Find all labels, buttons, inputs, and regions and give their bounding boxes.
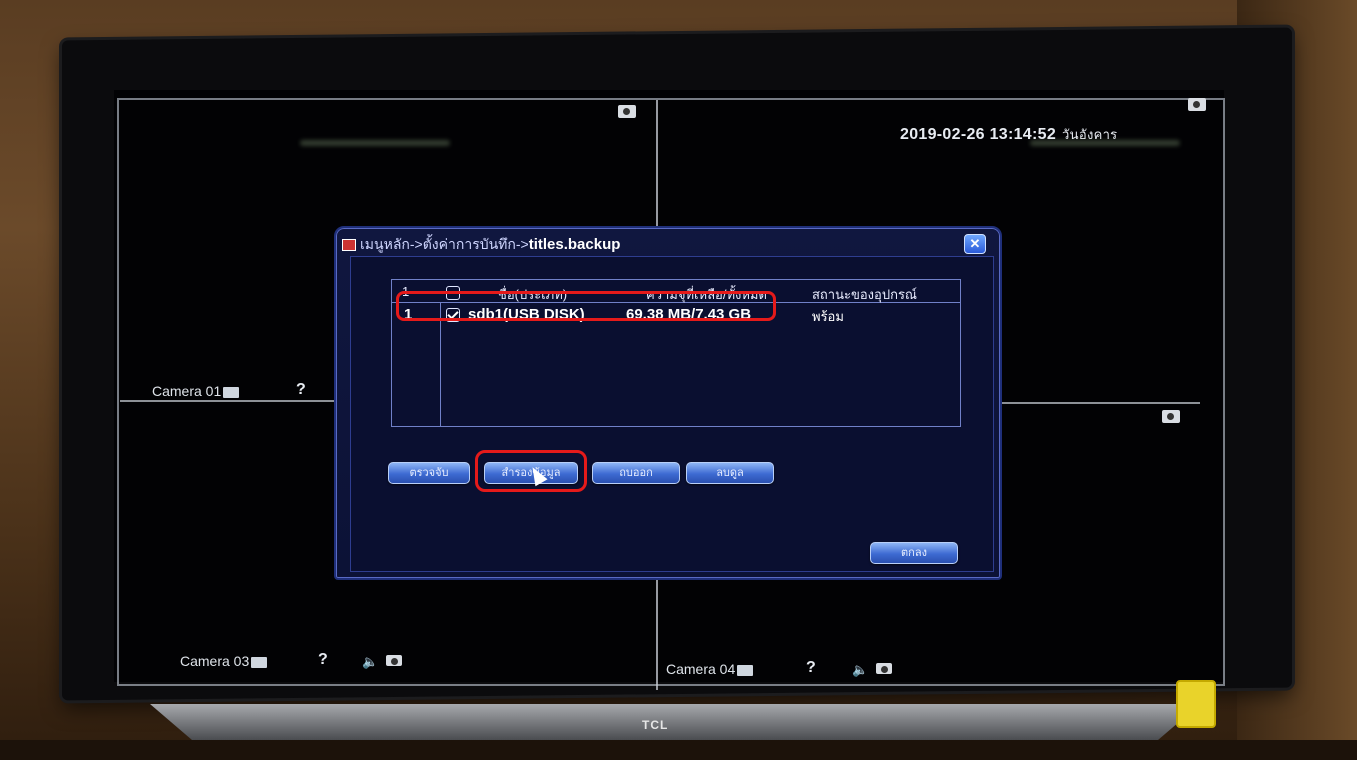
energy-label-sticker [1176,680,1216,728]
snapshot-icon[interactable] [876,663,892,674]
status-unknown-icon: ? [806,659,816,676]
row-status: พร้อม [812,309,844,324]
backup-dialog: เมนูหลัก->ตั้งค่าการบันทึก->titles.backu… [334,226,1002,580]
datetime-text: 2019-02-26 13:14:52 [900,126,1057,143]
camera-04-label: Camera 04 [666,661,754,677]
weekday-text: วันอังคาร [1062,127,1118,142]
camera-03-label: Camera 03 [180,653,268,669]
osd-datetime: 2019-02-26 13:14:52 วันอังคาร [900,124,1117,145]
breadcrumb-path: เมนูหลัก->ตั้งค่าการบันทึก-> [360,236,529,252]
erase-button[interactable]: ลบดูล [686,462,774,484]
ok-button[interactable]: ตกลง [870,542,958,564]
burn-button[interactable]: ถบออก [592,462,680,484]
menu-icon [342,239,356,252]
snapshot-icon[interactable] [1188,98,1206,111]
breadcrumb-current: titles.backup [528,236,621,253]
camera-01-name: Camera 01 [152,383,222,399]
dialog-title: เมนูหลัก->ตั้งค่าการบันทึก->titles.backu… [342,234,962,256]
camera-04-name: Camera 04 [666,661,736,677]
floor [0,740,1357,760]
snapshot-icon[interactable] [618,105,636,118]
camera-01-label: Camera 01 [152,383,240,399]
close-button[interactable]: ✕ [964,234,986,254]
record-icon [251,656,268,668]
record-icon [737,664,754,676]
camera-03-name: Camera 03 [180,653,250,669]
record-icon [223,386,240,398]
snapshot-icon[interactable] [386,655,402,666]
screen-reflection [300,140,450,146]
snapshot-icon[interactable] [1162,410,1180,423]
header-status: สถานะของอุปกรณ์ [812,287,917,302]
tv-stand [150,704,1200,740]
detect-button[interactable]: ตรวจจับ [388,462,470,484]
highlight-device-row [396,291,776,321]
audio-mute-icon: 🔈 [852,662,869,677]
status-unknown-icon: ? [318,651,328,668]
tv-brand-logo: TCL [642,718,669,732]
audio-mute-icon: 🔈 [362,654,379,669]
status-unknown-icon: ? [296,381,306,398]
